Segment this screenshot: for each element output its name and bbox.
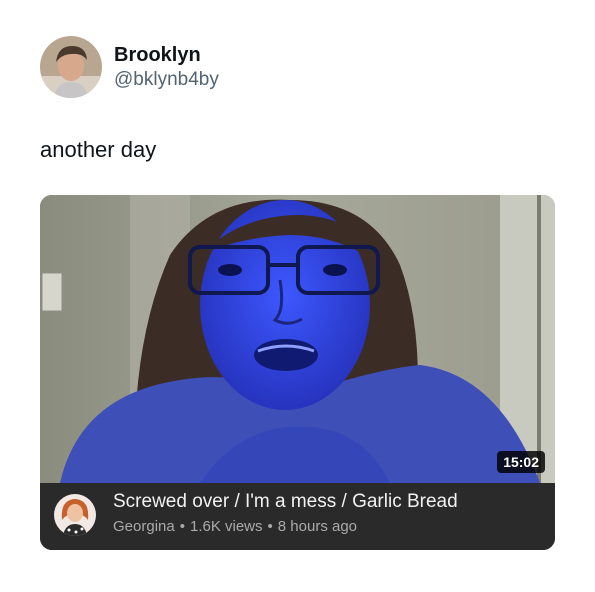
meta-separator: • [179,518,185,535]
channel-name[interactable]: Georgina [113,518,175,535]
video-card[interactable]: 15:02 Screwed over / I'm a mess / Garlic… [40,195,555,550]
view-count: 1.6K views [189,518,263,535]
posted-time: 8 hours ago [277,518,358,535]
video-meta: Georgina • 1.6K views • 8 hours ago [113,517,357,537]
video-info-bar: Screwed over / I'm a mess / Garlic Bread… [40,483,555,550]
tweet-header: Brooklyn @bklynb4by [40,36,219,98]
video-thumbnail[interactable]: 15:02 [40,195,555,483]
author-display-name[interactable]: Brooklyn [114,43,219,67]
video-title[interactable]: Screwed over / I'm a mess / Garlic Bread [113,490,458,514]
tweet-text: another day [40,137,157,162]
author-handle[interactable]: @bklynb4by [114,68,219,92]
author-avatar[interactable] [40,36,102,98]
meta-separator: • [267,518,273,535]
video-duration-badge: 15:02 [497,451,545,473]
channel-avatar[interactable] [54,494,96,536]
